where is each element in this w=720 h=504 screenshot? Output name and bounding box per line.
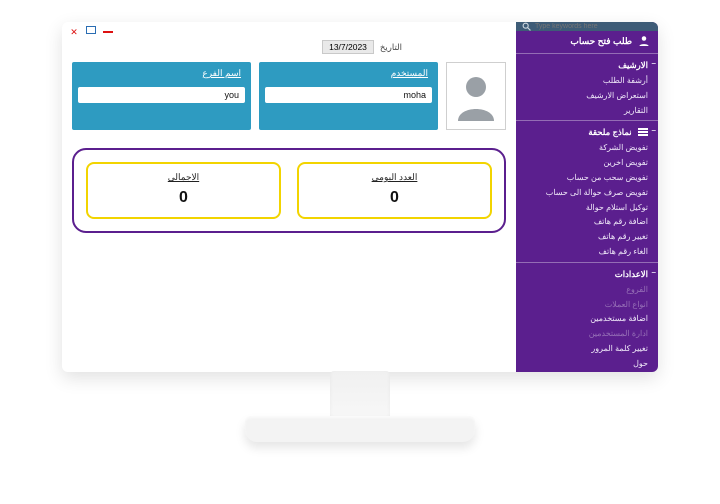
menu-manage-users: ادارة المستخدمين	[516, 327, 658, 342]
menu-archive-request[interactable]: أرشفة الطلب	[516, 74, 658, 89]
date-label: التاريخ	[380, 42, 402, 53]
collapse-icon: –	[652, 126, 656, 135]
date-value[interactable]: 13/7/2023	[322, 40, 374, 54]
info-cards-row: المستخدم اسم الفرع	[72, 62, 506, 130]
stat-total-title: الاجمالي	[94, 172, 273, 183]
close-icon[interactable]: ✕	[68, 26, 80, 38]
menu-withdraw-auth[interactable]: تفويض سحب من حساب	[516, 171, 658, 186]
menu-branches: الفروع	[516, 283, 658, 298]
stat-total-value: 0	[94, 189, 273, 207]
monitor-base	[245, 416, 475, 442]
search-icon	[522, 22, 531, 31]
menu-transfer-auth[interactable]: تفويض صرف حوالة الى حساب	[516, 186, 658, 201]
menu-reports[interactable]: التقارير	[516, 104, 658, 119]
user-card-title: المستخدم	[265, 68, 432, 79]
minimize-icon[interactable]	[102, 26, 114, 38]
menu-about[interactable]: حول	[516, 357, 658, 372]
section-models[interactable]: – نماذج ملحقة	[516, 120, 658, 141]
branch-card-title: اسم الفرع	[78, 68, 245, 79]
monitor-frame: ✕ التاريخ 13/7/2023 المستخدم	[62, 22, 658, 372]
search-input[interactable]	[535, 23, 652, 30]
models-icon	[636, 128, 648, 138]
user-icon	[638, 35, 650, 47]
sidebar-title-row[interactable]: طلب فتح حساب	[516, 31, 658, 51]
screen: ✕ التاريخ 13/7/2023 المستخدم	[62, 22, 658, 372]
menu-add-phone[interactable]: اضافة رقم هاتف	[516, 215, 658, 230]
stat-daily-title: العدد اليومي	[305, 172, 484, 183]
stat-total: الاجمالي 0	[86, 162, 281, 219]
menu-remove-phone[interactable]: الغاء رقم هاتف	[516, 245, 658, 260]
menu-company-auth[interactable]: تفويض الشركة	[516, 141, 658, 156]
menu-change-password[interactable]: تغيير كلمة المرور	[516, 342, 658, 357]
menu-receive-transfer[interactable]: توكيل استلام حوالة	[516, 201, 658, 216]
section-archive-label: الارشيف	[618, 60, 648, 70]
section-archive[interactable]: – الارشيف	[516, 53, 658, 74]
menu-browse-archive[interactable]: استعراض الارشيف	[516, 89, 658, 104]
branch-card: اسم الفرع	[72, 62, 251, 130]
search-row	[516, 22, 658, 31]
stats-panel: العدد اليومي 0 الاجمالي 0	[72, 148, 506, 233]
main-area: ✕ التاريخ 13/7/2023 المستخدم	[62, 22, 516, 372]
section-settings[interactable]: – الاعدادات	[516, 262, 658, 283]
stat-daily-value: 0	[305, 189, 484, 207]
menu-change-phone[interactable]: تغيير رقم هاتف	[516, 230, 658, 245]
branch-field[interactable]	[78, 87, 245, 103]
sidebar: طلب فتح حساب – الارشيف أرشفة الطلب استعر…	[516, 22, 658, 372]
collapse-icon: –	[652, 268, 656, 277]
window-controls: ✕	[68, 26, 114, 38]
menu-add-users[interactable]: اضافة مستخدمين	[516, 312, 658, 327]
section-settings-label: الاعدادات	[615, 269, 648, 279]
user-photo	[446, 62, 506, 130]
restore-icon[interactable]	[86, 26, 96, 34]
user-card: المستخدم	[259, 62, 438, 130]
date-row: التاريخ 13/7/2023	[322, 40, 402, 54]
stat-daily: العدد اليومي 0	[297, 162, 492, 219]
sidebar-title: طلب فتح حساب	[570, 36, 632, 47]
menu-currencies: انواع العملات	[516, 298, 658, 313]
menu-others-auth[interactable]: تفويض اخرين	[516, 156, 658, 171]
section-models-label: نماذج ملحقة	[588, 127, 631, 137]
collapse-icon: –	[652, 59, 656, 68]
user-field[interactable]	[265, 87, 432, 103]
